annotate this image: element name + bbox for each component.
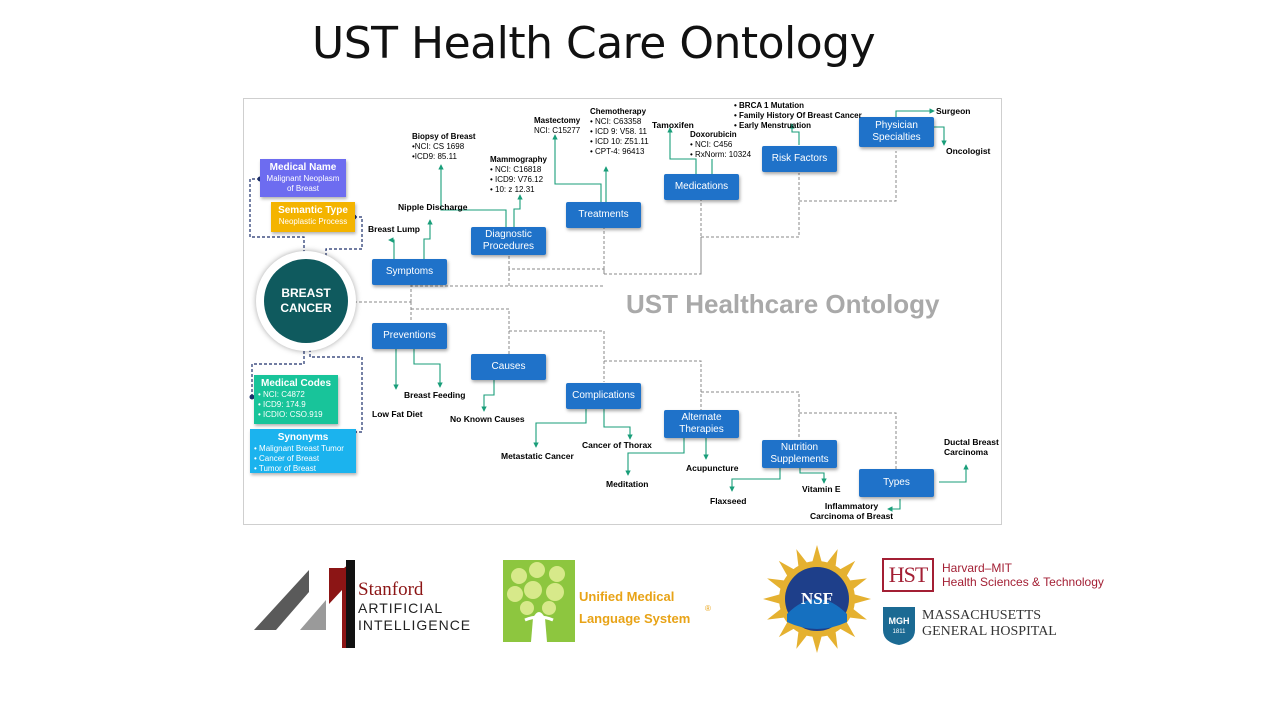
label-surgeon: Surgeon [936, 106, 971, 116]
mgh-logo: MGH 1811 MASSACHUSETTS GENERAL HOSPITAL [882, 606, 1082, 646]
nsf-logo: NSF [762, 544, 872, 654]
node-diagnostic-procedures: Diagnostic Procedures [471, 227, 546, 255]
stanford-ai-mark [254, 560, 355, 648]
stanford-ai-line: INTELLIGENCE [358, 617, 472, 633]
synonyms-line: • Malignant Breast Tumor [254, 444, 344, 453]
medical-name-title: Medical Name [269, 162, 337, 173]
medical-codes-title: Medical Codes [260, 378, 332, 389]
center-label: BREAST [281, 286, 331, 300]
nsf-text: NSF [800, 589, 834, 608]
label-metastatic-cancer: Metastatic Cancer [501, 451, 574, 461]
stanford-word: Stanford [358, 579, 424, 600]
hst-line: Health Sciences & Technology [942, 575, 1104, 589]
watermark-text: UST Healthcare Ontology [626, 289, 940, 319]
label-risk-list: • BRCA 1 Mutation • Family History Of Br… [734, 101, 862, 130]
node-types: Types [859, 469, 934, 497]
mgh-year: 1811 [892, 629, 906, 635]
umls-line: Language System [579, 611, 691, 626]
mgh-shield-icon [883, 607, 915, 645]
medical-codes-line: • NCI: C4872 [258, 390, 305, 399]
label-low-fat-diet: Low Fat Diet [372, 409, 423, 419]
node-complications: Complications [566, 383, 641, 409]
label-oncologist: Oncologist [946, 146, 991, 156]
medical-codes-card: Medical Codes • NCI: C4872 • ICD9: 174.9… [254, 375, 338, 424]
umls-tree-icon [503, 560, 575, 642]
umls-registered-mark: ® [705, 604, 711, 613]
slide-title: UST Health Care Ontology [312, 18, 876, 69]
node-physician-specialties: Physician Specialties [859, 117, 934, 147]
node-nutrition-supplements: Nutrition Supplements [762, 440, 837, 468]
label-inflammatory-carcinoma: Inflammatory Carcinoma of Breast [810, 501, 894, 521]
node-alternate-therapies: Alternate Therapies [664, 410, 739, 438]
node-treatments: Treatments [566, 202, 641, 228]
label-meditation: Meditation [606, 479, 649, 489]
label-tamoxifen: Tamoxifen [652, 120, 694, 130]
label-ductal-carcinoma: Ductal Breast Carcinoma [944, 437, 999, 457]
synonyms-line: • Cancer of Breast [254, 454, 320, 463]
label-biopsy: Biopsy of Breast •NCI: CS 1698 •ICD9: 85… [412, 132, 476, 161]
node-preventions: Preventions [372, 323, 447, 349]
label-flaxseed: Flaxseed [710, 496, 747, 506]
medical-codes-line: • ICD9: 174.9 [258, 400, 306, 409]
medical-name-card: Medical Name Malignant Neoplasm of Breas… [260, 159, 346, 197]
label-nipple-discharge: Nipple Discharge [398, 202, 468, 212]
medical-name-line: Malignant Neoplasm [266, 174, 340, 183]
hst-logo: HST Harvard–MIT Health Sciences & Techno… [882, 558, 1112, 594]
mgh-line: GENERAL HOSPITAL [922, 624, 1057, 639]
synonyms-line: • Tumor of Breast [254, 464, 316, 473]
stanford-ai-logo: Stanford ARTIFICIAL INTELLIGENCE [254, 560, 472, 648]
label-chemotherapy: Chemotherapy • NCI: C63358 • ICD 9: V58.… [590, 107, 649, 156]
center-label: CANCER [280, 301, 332, 315]
synonyms-title: Synonyms [277, 432, 329, 443]
node-risk-factors: Risk Factors [762, 146, 837, 172]
label-vitamin-e: Vitamin E [802, 484, 841, 494]
semantic-type-card: Semantic Type Neoplastic Process [271, 202, 355, 232]
mgh-line: MASSACHUSETTS [922, 608, 1042, 623]
breast-cancer-node: BREAST CANCER [256, 251, 356, 351]
umls-line: Unified Medical [579, 589, 675, 604]
node-causes: Causes [471, 354, 546, 380]
ontology-diagram: UST Healthcare Ontology Medical Name Mal… [243, 98, 1002, 525]
label-breast-lump: Breast Lump [368, 224, 420, 234]
label-cancer-of-thorax: Cancer of Thorax [582, 440, 652, 450]
label-doxorubicin: Doxorubicin • NCI: C456 • RxNorm: 10324 [690, 130, 752, 159]
label-mastectomy: Mastectomy NCI: C15277 [534, 116, 581, 135]
synonyms-card: Synonyms • Malignant Breast Tumor • Canc… [250, 429, 356, 473]
label-acupuncture: Acupuncture [686, 463, 739, 473]
hst-line: Harvard–MIT [942, 561, 1013, 575]
medical-codes-line: • ICDIO: CSO.919 [258, 410, 323, 419]
node-medications: Medications [664, 174, 739, 200]
semantic-type-line: Neoplastic Process [278, 217, 348, 226]
medical-name-line: of Breast [286, 184, 319, 193]
node-symptoms: Symptoms [372, 259, 447, 285]
stanford-ai-line: ARTIFICIAL [358, 600, 444, 616]
label-mammography: Mammography • NCI: C16818 • ICD9: V76.12… [490, 155, 547, 194]
mgh-mark: MGH [888, 616, 910, 626]
label-no-known-causes: No Known Causes [450, 414, 525, 424]
hst-mark: HST [882, 558, 934, 592]
label-breast-feeding: Breast Feeding [404, 390, 466, 400]
semantic-type-title: Semantic Type [278, 205, 348, 216]
umls-logo: Unified Medical Language System ® [503, 560, 718, 644]
